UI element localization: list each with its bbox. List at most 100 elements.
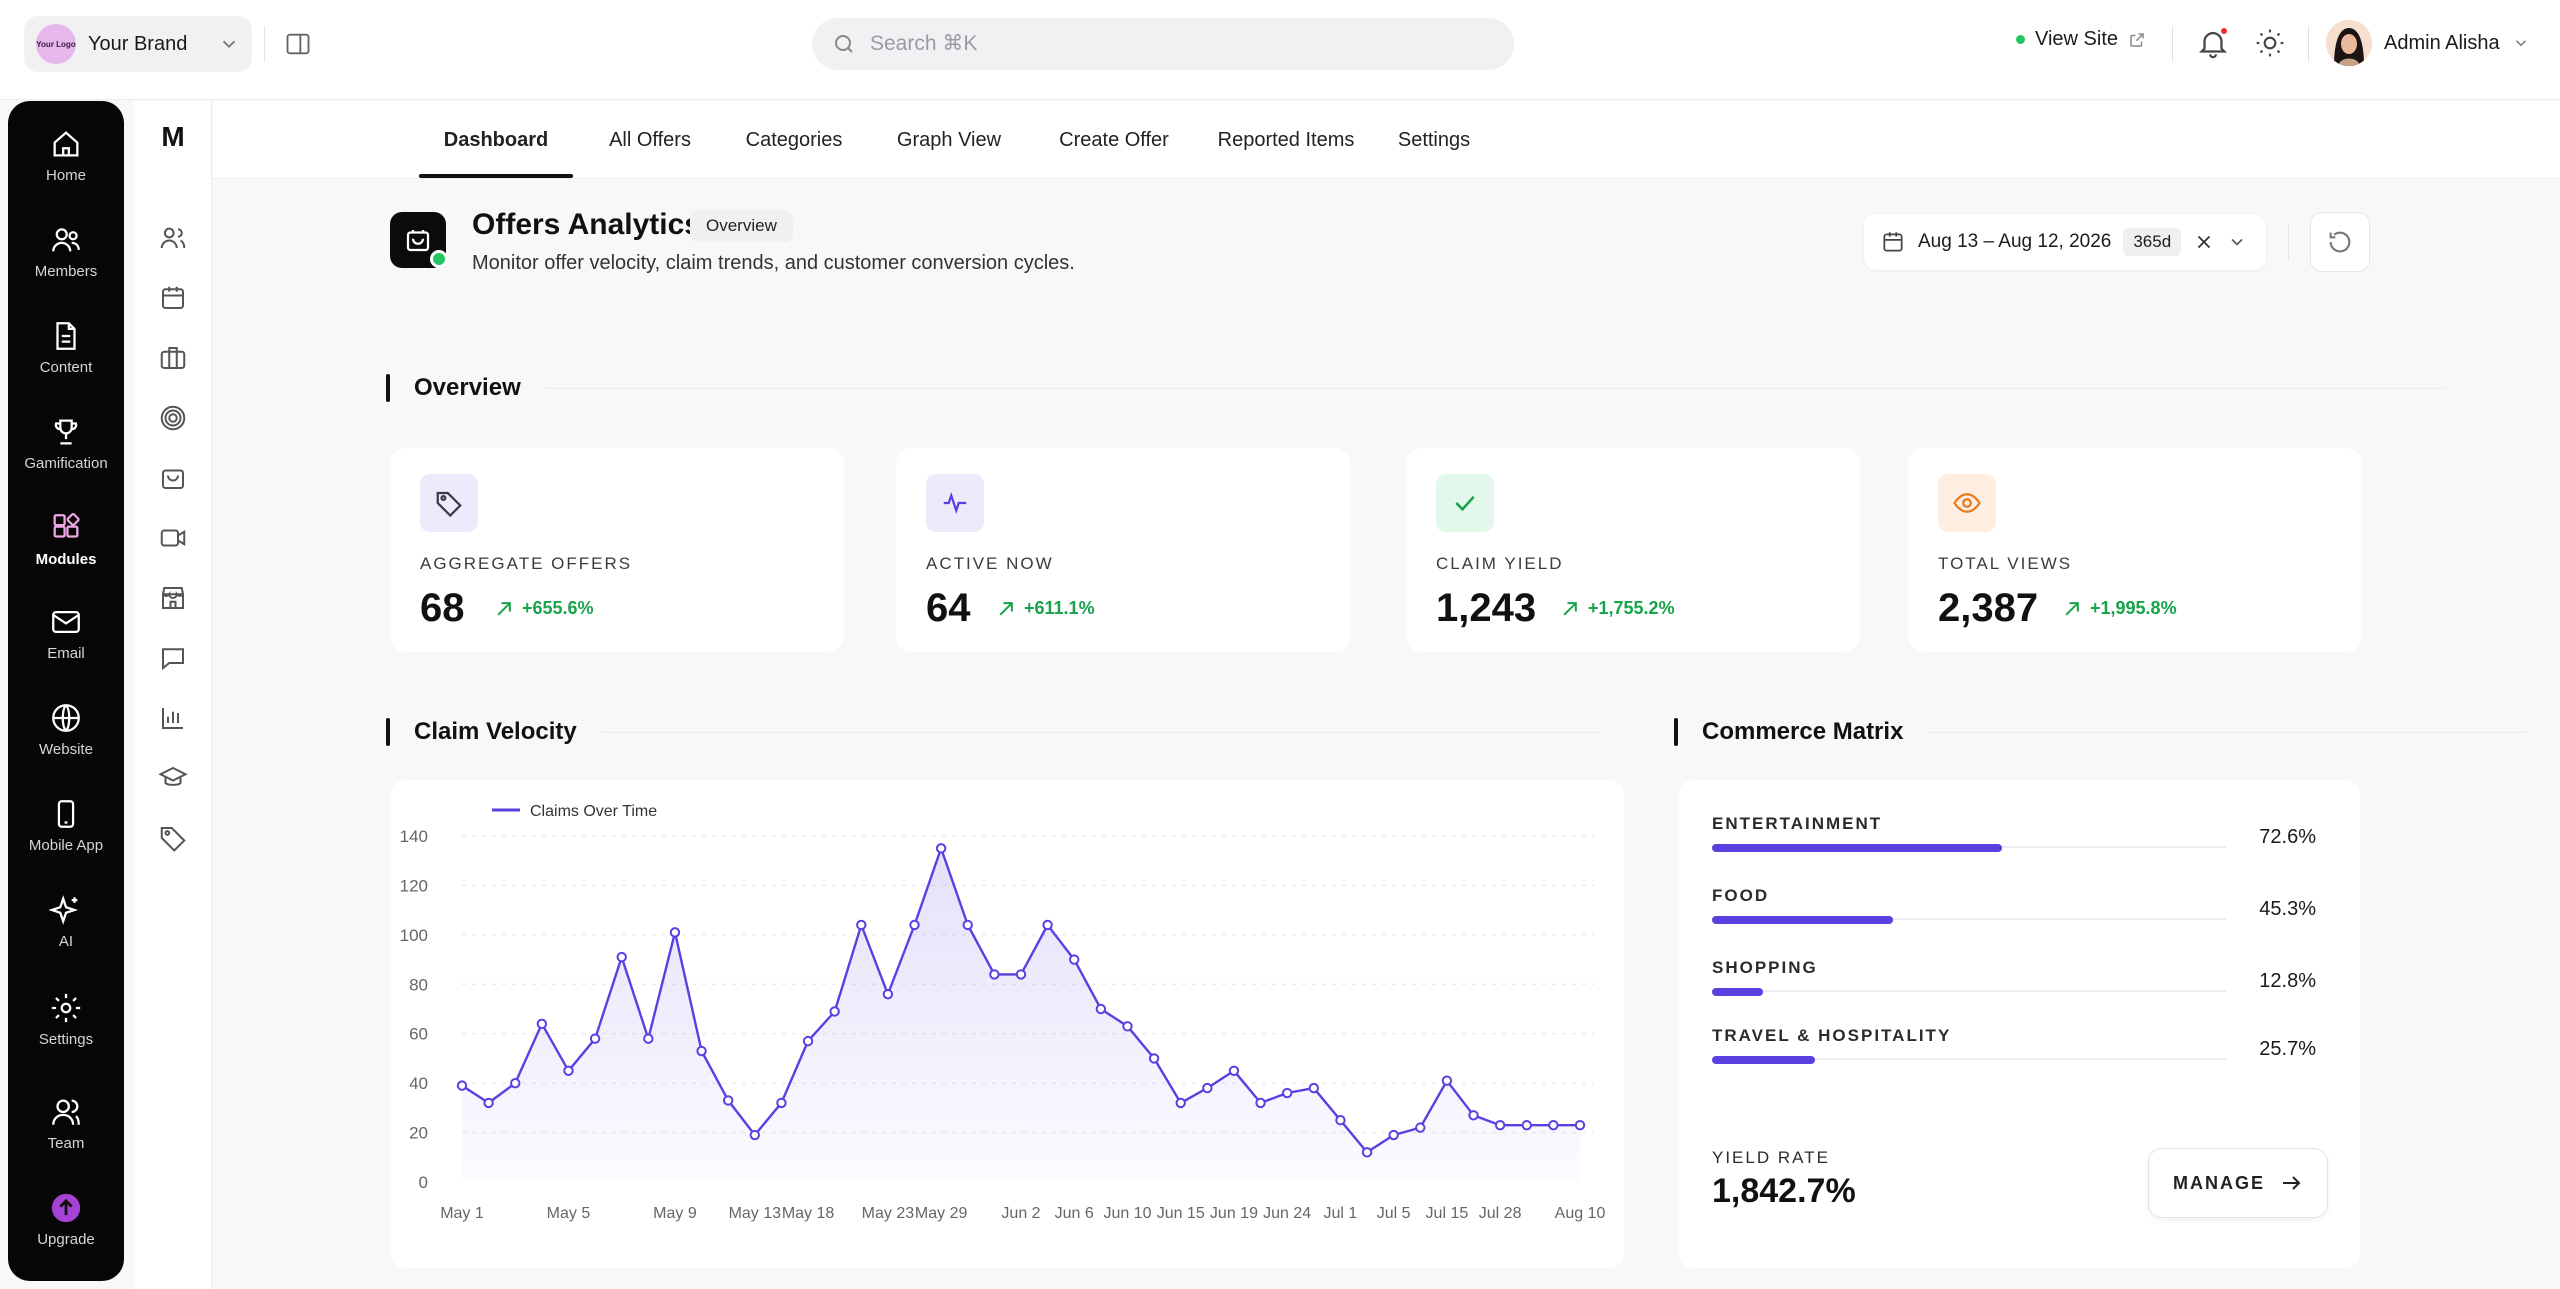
target-icon[interactable]	[158, 403, 188, 433]
y-tick-label: 120	[400, 876, 428, 895]
matrix-row-food: FOOD 45.3%	[1712, 886, 2326, 946]
data-point	[1202, 1082, 1213, 1094]
tab-reported-items[interactable]: Reported Items	[1205, 101, 1367, 179]
bar-chart-icon[interactable]	[158, 703, 188, 733]
data-point	[1228, 1065, 1240, 1076]
kpi-label: CLAIM YIELD	[1436, 554, 1564, 573]
date-range-text: Aug 13 – Aug 12, 2026	[1918, 231, 2112, 252]
manage-button[interactable]: MANAGE	[2148, 1148, 2328, 1218]
tab-bar: Dashboard All Offers Categories Graph Vi…	[213, 101, 2560, 179]
trophy-icon	[54, 419, 78, 445]
phone-icon	[57, 800, 75, 828]
external-link-icon	[2130, 32, 2144, 47]
rail-item-team[interactable]: Team	[8, 1095, 124, 1175]
sun-icon[interactable]	[2254, 27, 2286, 59]
x-tick-label: May 9	[653, 1205, 697, 1222]
data-point	[1441, 1075, 1453, 1086]
rail-item-website[interactable]: Website	[8, 701, 124, 781]
tab-graph-view[interactable]: Graph View	[879, 101, 1019, 179]
data-point	[1095, 1003, 1107, 1015]
section-divider	[544, 387, 2445, 389]
module-logo: M	[161, 121, 185, 152]
divider	[2308, 26, 2309, 62]
section-title: Commerce Matrix	[1702, 718, 1904, 745]
video-icon[interactable]	[158, 523, 188, 553]
x-tick-label: May 5	[547, 1205, 591, 1222]
brand-switcher[interactable]: Your Logo Your Brand	[24, 16, 252, 72]
matrix-label: FOOD	[1712, 886, 1770, 905]
sidebar-toggle-icon[interactable]	[284, 30, 312, 58]
tab-all-offers[interactable]: All Offers	[585, 101, 715, 179]
x-tick-label: Jun 15	[1157, 1205, 1205, 1222]
section-marker	[1674, 718, 1678, 746]
data-point	[1175, 1097, 1186, 1109]
page-subtitle: Monitor offer velocity, claim trends, an…	[472, 252, 1075, 274]
refresh-button[interactable]	[2310, 212, 2370, 272]
kpi-card-active-now[interactable]: ACTIVE NOW 64 +611.1%	[896, 448, 1350, 652]
section-marker	[386, 718, 390, 746]
main-nav-rail: Home Members Content Gamification Module…	[8, 101, 124, 1281]
rail-item-home[interactable]: Home	[8, 127, 124, 207]
data-point	[510, 1077, 521, 1089]
kpi-card-total-views[interactable]: TOTAL VIEWS 2,387 +1,995.8%	[1908, 448, 2362, 652]
matrix-percent: 72.6%	[2259, 826, 2316, 848]
chat-icon[interactable]	[158, 643, 188, 673]
bag-icon[interactable]	[158, 463, 188, 493]
divider	[2288, 224, 2289, 260]
chevron-down-icon[interactable]	[2227, 232, 2247, 252]
tab-create-offer[interactable]: Create Offer	[1039, 101, 1189, 179]
notification-dot	[2219, 26, 2229, 36]
kpi-card-aggregate-offers[interactable]: AGGREGATE OFFERS 68 +655.6%	[390, 448, 844, 652]
kpi-value: 2,387	[1938, 586, 2039, 630]
close-icon[interactable]	[2193, 231, 2215, 253]
rail-item-modules[interactable]: Modules	[8, 511, 124, 591]
date-range-picker[interactable]: Aug 13 – Aug 12, 2026 365d	[1864, 214, 2266, 270]
section-title: Claim Velocity	[414, 718, 577, 745]
store-icon[interactable]	[158, 583, 188, 613]
rail-item-upgrade[interactable]: Upgrade	[8, 1191, 124, 1271]
y-tick-label: 140	[400, 827, 428, 846]
tag-icon[interactable]	[158, 823, 188, 853]
globe-icon	[52, 704, 80, 732]
y-tick-label: 0	[419, 1173, 428, 1192]
rail-label: Website	[39, 741, 93, 758]
status-dot	[2016, 35, 2025, 44]
tab-categories[interactable]: Categories	[729, 101, 859, 179]
graduation-cap-icon[interactable]	[158, 763, 188, 793]
tab-settings[interactable]: Settings	[1379, 101, 1489, 179]
kpi-trend: +611.1%	[996, 598, 1095, 619]
eye-icon	[1938, 474, 1996, 532]
data-point	[1415, 1122, 1426, 1133]
user-menu[interactable]: Admin Alisha	[2326, 20, 2530, 66]
manage-label: MANAGE	[2173, 1172, 2265, 1193]
search-bar[interactable]	[812, 18, 1514, 70]
x-tick-label: Jun 6	[1055, 1205, 1094, 1222]
rail-item-ai[interactable]: AI	[8, 893, 124, 973]
rail-item-email[interactable]: Email	[8, 605, 124, 685]
x-tick-label: Aug 10	[1555, 1205, 1606, 1222]
calendar-icon[interactable]	[158, 283, 188, 313]
y-tick-label: 100	[400, 926, 428, 945]
rail-item-content[interactable]: Content	[8, 319, 124, 399]
matrix-row-travel-hospitality: TRAVEL & HOSPITALITY 25.7%	[1712, 1026, 2326, 1086]
data-point	[1148, 1053, 1160, 1064]
rail-item-gamification[interactable]: Gamification	[8, 415, 124, 495]
x-tick-label: Jul 1	[1324, 1205, 1358, 1222]
tab-dashboard[interactable]: Dashboard	[419, 101, 573, 179]
calendar-icon	[1883, 232, 1903, 252]
rail-item-members[interactable]: Members	[8, 223, 124, 303]
x-tick-label: Jun 24	[1263, 1205, 1311, 1222]
kpi-label: TOTAL VIEWS	[1938, 554, 2073, 573]
data-point	[802, 1035, 814, 1047]
kpi-card-claim-yield[interactable]: CLAIM YIELD 1,243 +1,755.2%	[1406, 448, 1860, 652]
search-input[interactable]	[870, 32, 1470, 56]
data-point	[1308, 1082, 1320, 1094]
data-point	[1574, 1119, 1586, 1131]
rail-item-settings[interactable]: Settings	[8, 991, 124, 1071]
data-point	[563, 1065, 574, 1076]
briefcase-icon[interactable]	[158, 343, 188, 373]
view-site-link[interactable]: View Site	[2016, 28, 2146, 51]
users-icon[interactable]	[158, 223, 188, 253]
data-point	[1548, 1119, 1559, 1131]
rail-item-mobile-app[interactable]: Mobile App	[8, 797, 124, 877]
